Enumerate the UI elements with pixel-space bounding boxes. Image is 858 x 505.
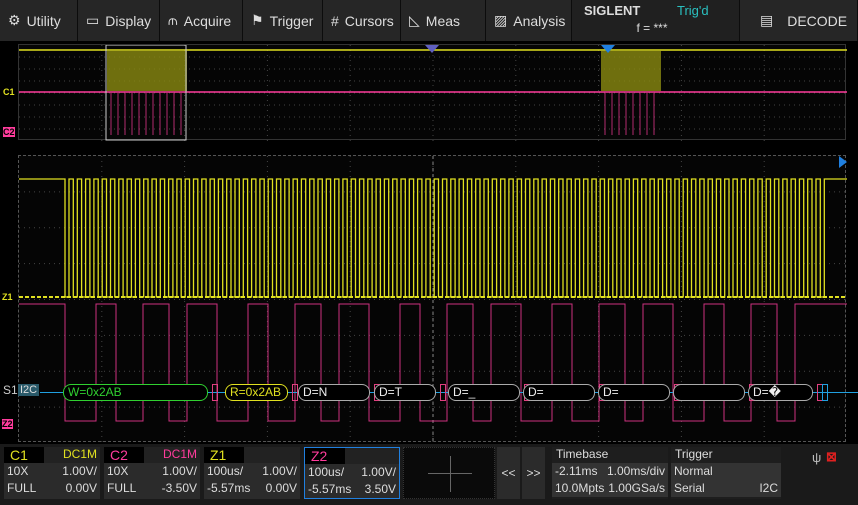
z1-offset: 0.00V <box>265 481 297 495</box>
c1-coupling: DC1M <box>62 447 97 461</box>
siglent-logo: SIGLENT <box>584 3 641 18</box>
z2-delay: -5.57ms <box>308 482 352 496</box>
c2-coupling: DC1M <box>162 447 197 461</box>
network-disconnected-icon: ⊠ <box>826 449 837 464</box>
c2-probe: 10X <box>107 464 129 478</box>
c1-burst <box>107 51 187 91</box>
decode-frame[interactable]: D=_ <box>448 384 520 401</box>
decode-value: D=� <box>753 385 781 399</box>
monitor-icon: ▭ <box>86 12 100 28</box>
z1-name: Z1 <box>204 447 244 463</box>
decode-frame[interactable]: W=0x2AB <box>63 384 208 401</box>
c2-offset: -3.50V <box>161 481 197 495</box>
decode-value: W=0x2AB <box>68 385 122 399</box>
menu-analysis[interactable]: ▨ Analysis <box>486 0 572 41</box>
menu-trigger[interactable]: ⚑ Trigger <box>243 0 323 41</box>
c1-burst <box>601 51 661 91</box>
trigger-source: I2C <box>759 481 778 495</box>
z1-info[interactable]: Z1 100us/1.00V/ -5.57ms 0.00V <box>204 447 300 499</box>
trigger-info[interactable]: Trigger Normal Serial I2C <box>671 447 781 499</box>
trigger-status: Trig'd <box>677 3 709 18</box>
z2-label: Z2 <box>2 419 13 429</box>
timebase-scale: 1.00ms/div <box>606 464 665 478</box>
decode-icon: ▤ <box>760 12 774 28</box>
ack-marker <box>212 384 218 401</box>
z1-timescale: 100us/ <box>207 464 244 478</box>
flag-icon: ⚑ <box>251 12 264 28</box>
z2-timescale: 100us/ <box>308 465 345 479</box>
decode-value: D=T <box>379 385 403 399</box>
gear-icon: ⚙ <box>8 12 21 28</box>
decode-value: D=_ <box>453 385 476 399</box>
menu-meas[interactable]: ◺ Meas <box>401 0 486 41</box>
timebase-title: Timebase <box>556 447 609 461</box>
menu-bar: ⚙ Utility ▭ Display ⫙ Acquire ⚑ Trigger # Cur… <box>0 0 858 41</box>
trigger-marker <box>839 156 847 168</box>
next-label: >> <box>526 466 541 480</box>
decode-frame[interactable]: D=� <box>748 384 813 401</box>
decode-frame[interactable]: D=T <box>374 384 436 401</box>
decode-frame[interactable] <box>673 384 745 401</box>
c2-bw: FULL <box>107 481 137 495</box>
crosshair-pad[interactable] <box>403 447 495 499</box>
sample-rate: 1.00GSa/s <box>608 481 665 495</box>
trigger-mode: Normal <box>674 464 713 478</box>
analysis-icon: ▨ <box>494 12 508 28</box>
c2-scale: 1.00V/ <box>162 464 197 478</box>
decode-frame[interactable]: D= <box>598 384 670 401</box>
decode-value: D=N <box>303 385 328 399</box>
overview-c1-label: C1 <box>3 87 15 97</box>
menu-utility[interactable]: ⚙ Utility <box>0 0 78 41</box>
memory-depth: 10.0Mpts <box>555 481 605 495</box>
next-button[interactable]: >> <box>522 447 545 499</box>
c2-name: C2 <box>104 447 144 463</box>
status-header: SIGLENT Trig'd f = *** <box>572 0 740 41</box>
decode-frame[interactable]: D=N <box>298 384 370 401</box>
overview-waveform[interactable]: C1 C2 <box>3 44 847 141</box>
z1-label: Z1 <box>2 292 13 302</box>
menu-display[interactable]: ▭ Display <box>78 0 160 41</box>
z1-scale: 1.00V/ <box>262 464 297 478</box>
ack-marker <box>440 384 446 401</box>
decode-value: D= <box>528 385 544 399</box>
protocol-label: I2C <box>18 384 40 396</box>
prev-button[interactable]: << <box>497 447 520 499</box>
stop-marker <box>822 384 828 401</box>
timebase-delay: -2.11ms <box>555 464 598 478</box>
usb-icon: ψ <box>812 450 822 465</box>
timebase-info[interactable]: Timebase -2.11ms 1.00ms/div 10.0Mpts 1.00G… <box>552 447 668 499</box>
c2-info[interactable]: C2 DC1M 10X 1.00V/ FULL -3.50V <box>104 447 200 499</box>
c1-probe: 10X <box>7 464 29 478</box>
prev-label: << <box>501 466 516 480</box>
hash-icon: # <box>331 12 339 29</box>
frequency-readout: f = *** <box>636 21 668 35</box>
z2-scale: 1.00V/ <box>361 465 396 479</box>
c1-scale: 1.00V/ <box>62 464 97 478</box>
trigger-position-marker <box>425 45 439 53</box>
z1-delay: -5.57ms <box>207 481 251 495</box>
ruler-icon: ◺ <box>409 12 420 28</box>
overview-c2-label: C2 <box>3 127 15 137</box>
decode-value: R=0x2AB <box>230 385 282 399</box>
acquire-icon: ⫙ <box>168 12 178 28</box>
overview-traces <box>19 45 847 141</box>
z2-offset: 3.50V <box>364 482 396 496</box>
c1-info[interactable]: C1 DC1M 10X 1.00V/ FULL 0.00V <box>4 447 100 499</box>
menu-acquire[interactable]: ⫙ Acquire <box>160 0 243 41</box>
status-bar: C1 DC1M 10X 1.00V/ FULL 0.00V C2 DC1M 10X 1.0… <box>0 444 858 505</box>
z2-info[interactable]: Z2 100us/1.00V/ -5.57ms 3.50V <box>304 447 400 499</box>
decode-frame[interactable]: D= <box>523 384 595 401</box>
c1-name: C1 <box>4 447 44 463</box>
serial-bus-label: S1 <box>3 383 18 397</box>
trigger-title: Trigger <box>675 447 713 461</box>
trigger-type: Serial <box>674 481 705 495</box>
c1-bw: FULL <box>7 481 37 495</box>
menu-cursors[interactable]: # Cursors <box>323 0 401 41</box>
z2-name: Z2 <box>305 448 345 464</box>
c1-offset: 0.00V <box>65 481 97 495</box>
decode-value: D= <box>603 385 619 399</box>
decode-frame[interactable]: R=0x2AB <box>225 384 288 401</box>
decode-button[interactable]: ▤ DECODE <box>740 0 858 41</box>
